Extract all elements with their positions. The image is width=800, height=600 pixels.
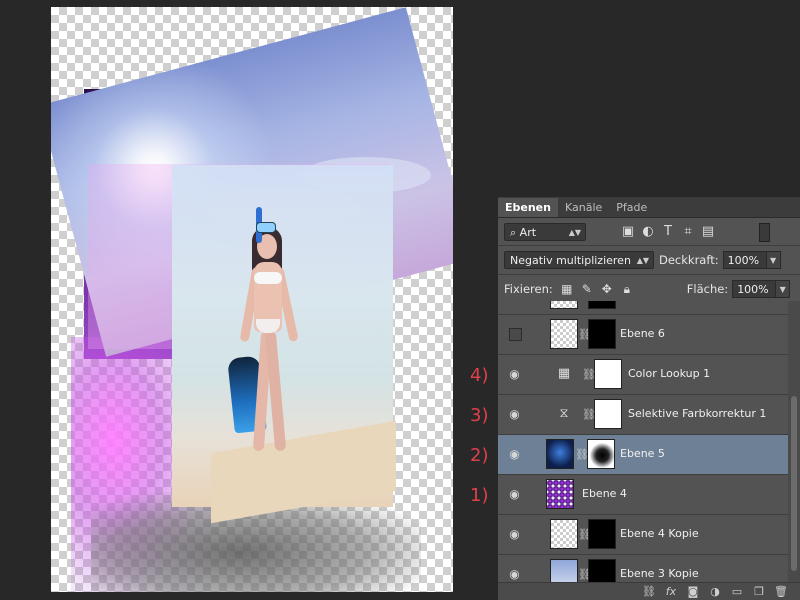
fill-input[interactable]: 100% [732, 280, 777, 298]
layer-name: Ebene 6 [620, 327, 665, 340]
layer-mask-thumbnail [587, 439, 615, 469]
fill-label: Fläche: [686, 282, 729, 296]
eye-icon[interactable]: ◉ [506, 406, 523, 423]
lock-pixels-brush-icon[interactable]: ✎ [577, 282, 597, 296]
updown-arrow-icon: ▲▼ [636, 256, 649, 265]
chain-link-icon[interactable]: ⛓ [578, 328, 592, 341]
layer-row-selected[interactable]: ◉ ⛓ Ebene 5 [498, 435, 788, 475]
lock-label: Fixieren: [504, 282, 553, 296]
layers-scrollbar[interactable] [788, 301, 800, 582]
new-layer-icon[interactable]: ❐ [748, 585, 770, 598]
layer-thumbnail [546, 479, 574, 509]
filter-kind-dropdown[interactable]: ⌕ Art ▲▼ [504, 222, 586, 241]
layer-thumbnail [550, 559, 578, 582]
eye-icon[interactable]: ◉ [506, 526, 523, 543]
eye-icon[interactable]: ◉ [506, 486, 523, 503]
eye-icon[interactable]: ◉ [506, 366, 523, 383]
filter-toggle-switch[interactable] [759, 223, 770, 242]
scrollbar-thumb[interactable] [791, 396, 797, 571]
annotation-label: 2) [470, 445, 489, 466]
layer-mask-thumbnail [588, 559, 616, 582]
annotation-label: 4) [470, 365, 489, 386]
color-lookup-grid-icon: ▦ [557, 366, 571, 381]
layer-name: Ebene 5 [620, 447, 665, 460]
link-layers-icon[interactable]: ⛓ [638, 585, 660, 598]
layer-mask-thumbnail [588, 519, 616, 549]
layer-mask-thumbnail [588, 319, 616, 349]
layer-name: Ebene 4 Kopie [620, 527, 699, 540]
layer-row[interactable]: ⛓ Ebene 6 [498, 315, 788, 355]
chain-link-icon[interactable]: ⛓ [578, 528, 592, 541]
layers-bottom-bar: ⛓ fx ◙ ◑ ▭ ❐ 🗑︎ [498, 582, 800, 600]
filter-kind-label: Art [519, 225, 537, 239]
diving-mask [256, 222, 276, 233]
layer-thumbnail [550, 519, 578, 549]
chain-link-icon[interactable]: ⛓ [582, 408, 596, 421]
eye-icon[interactable]: ◉ [506, 566, 523, 582]
layer-row[interactable]: ◉ ⛓ Ebene 3 Kopie [498, 555, 788, 582]
layer-thumbnail [550, 301, 578, 309]
chain-link-icon[interactable]: ⛓ [578, 568, 592, 581]
updown-arrow-icon: ▲▼ [568, 227, 581, 237]
layer-filter-row: ⌕ Art ▲▼ ▣ ◐ T ⌗ ▤ [498, 218, 800, 246]
image-filter-icon[interactable]: ▣ [618, 224, 638, 239]
blend-row: Negativ multiplizieren ▲▼ Deckkraft: 100… [498, 246, 800, 275]
type-filter-icon[interactable]: T [658, 224, 678, 239]
blend-mode-label: Negativ multiplizieren [510, 254, 631, 267]
tab-pfade[interactable]: Pfade [609, 198, 654, 217]
add-mask-icon[interactable]: ◙ [682, 585, 704, 598]
layer-list[interactable]: ⛓ Ebene 6 ◉ ▦ ⛓ Color Lookup 1 ◉ ⧖ ⛓ Sel… [498, 301, 788, 582]
lock-all-icon[interactable]: 🔒︎ [617, 282, 637, 297]
annotation-label: 3) [470, 405, 489, 426]
fx-effects-icon[interactable]: fx [660, 585, 682, 598]
new-group-folder-icon[interactable]: ▭ [726, 585, 748, 598]
layers-panel: Ebenen Kanäle Pfade ⌕ Art ▲▼ ▣ ◐ T ⌗ ▤ N… [498, 197, 800, 600]
layer-name: Selektive Farbkorrektur 1 [628, 407, 767, 420]
document-canvas[interactable] [51, 7, 453, 592]
layer-name: Color Lookup 1 [628, 367, 711, 380]
bikini-top [254, 272, 282, 284]
selective-color-icon: ⧖ [559, 406, 569, 421]
panel-tabs: Ebenen Kanäle Pfade [498, 197, 800, 218]
lock-row: Fixieren: ▦ ✎ ✥ 🔒︎ Fläche: 100% ▼ [498, 275, 800, 304]
shape-filter-icon[interactable]: ⌗ [678, 224, 698, 239]
adjustment-layer-icon[interactable]: ◑ [704, 585, 726, 598]
eye-icon[interactable]: ◉ [506, 446, 523, 463]
opacity-input[interactable]: 100% [722, 251, 767, 269]
layer-row[interactable]: ◉ ▦ ⛓ Color Lookup 1 [498, 355, 788, 395]
layer-name: Ebene 4 [582, 487, 627, 500]
layer-name: Ebene 3 Kopie [620, 567, 699, 580]
tab-ebenen[interactable]: Ebenen [498, 198, 558, 217]
layer-mask-thumbnail [594, 359, 622, 389]
fill-dropdown-arrow-icon[interactable]: ▼ [776, 280, 791, 298]
lock-transparency-icon[interactable]: ▦ [557, 282, 577, 296]
visibility-checkbox[interactable] [509, 328, 522, 341]
lock-position-move-icon[interactable]: ✥ [597, 282, 617, 296]
opacity-label: Deckkraft: [659, 253, 719, 267]
layer-row[interactable]: ◉ Ebene 4 [498, 475, 788, 515]
chain-link-icon[interactable]: ⛓ [582, 368, 596, 381]
blend-mode-dropdown[interactable]: Negativ multiplizieren ▲▼ [504, 251, 654, 269]
trash-icon[interactable]: 🗑︎ [770, 585, 792, 598]
layer-thumbnail [546, 439, 574, 469]
layer-mask-thumbnail [588, 301, 616, 309]
annotation-label: 1) [470, 485, 489, 506]
layer-row-partial[interactable] [498, 301, 788, 315]
search-icon: ⌕ [510, 225, 517, 239]
woman-figure [226, 207, 336, 477]
smartobject-filter-icon[interactable]: ▤ [698, 224, 718, 239]
chain-link-icon[interactable]: ⛓ [575, 448, 589, 461]
layer-thumbnail [550, 319, 578, 349]
adjustment-filter-icon[interactable]: ◐ [638, 224, 658, 239]
layer-mask-thumbnail [594, 399, 622, 429]
layer-row[interactable]: ◉ ⛓ Ebene 4 Kopie [498, 515, 788, 555]
tab-kanaele[interactable]: Kanäle [558, 198, 609, 217]
layer-row[interactable]: ◉ ⧖ ⛓ Selektive Farbkorrektur 1 [498, 395, 788, 435]
opacity-dropdown-arrow-icon[interactable]: ▼ [766, 251, 781, 269]
